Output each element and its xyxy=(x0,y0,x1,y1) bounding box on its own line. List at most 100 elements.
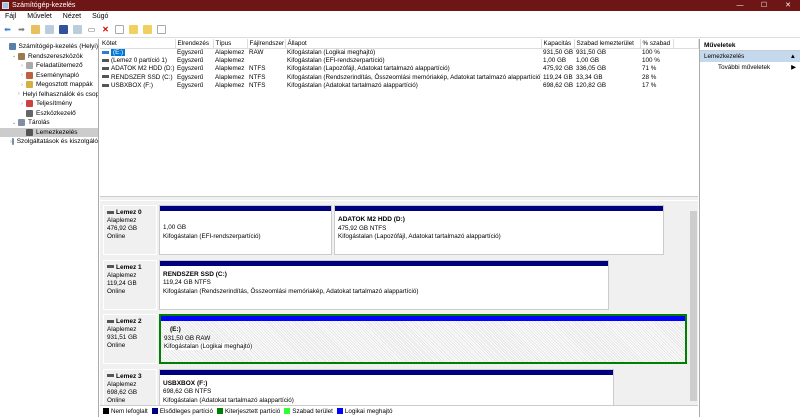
disk-status: Online xyxy=(107,342,126,349)
table-cell: 17 % xyxy=(642,81,657,89)
menu-view[interactable]: Nézet xyxy=(63,13,81,20)
partition[interactable]: (E:) 931,50 GB RAW Kifogástalan (Logikai m… xyxy=(159,314,687,364)
table-row[interactable]: (E:) Egyszerű Alaplemez RAW Kifogástalan (Lo… xyxy=(100,48,698,56)
table-row[interactable]: USBXBOX (F:) Egyszerű Alaplemez NTFS Kifogás… xyxy=(100,81,698,89)
column-header[interactable]: Típus xyxy=(213,39,248,49)
tree-item[interactable]: ⌄ Tárolás xyxy=(0,118,98,128)
expand-arrow-icon[interactable]: › xyxy=(18,72,26,78)
vertical-scrollbar[interactable] xyxy=(689,201,698,405)
disk-row[interactable]: Lemez 3 Alaplemez 698,62 GB Online USBXBOX … xyxy=(103,368,687,405)
disk-row[interactable]: Lemez 1 Alaplemez 119,24 GB Online RENDSZER… xyxy=(103,259,687,310)
partition-status: Kifogástalan (EFI-rendszerpartíció) xyxy=(163,232,261,240)
open-icon[interactable] xyxy=(129,25,138,34)
column-header[interactable]: Kapacitás xyxy=(541,39,575,49)
partition[interactable]: RENDSZER SSD (C:) 119,24 GB NTFS Kifogásta… xyxy=(159,259,609,310)
section-label: Lemezkezelés xyxy=(704,53,745,60)
partition[interactable]: ADATOK M2 HDD (D:) 475,92 GB NTFS Kifogást… xyxy=(334,205,664,255)
help-icon[interactable] xyxy=(59,25,68,34)
tree-item-label: Eseménynapló xyxy=(36,71,79,79)
pane-splitter[interactable] xyxy=(100,196,698,200)
properties-icon[interactable] xyxy=(115,25,124,34)
tree-item[interactable]: › Feladatütemező xyxy=(0,61,98,71)
more-actions-item[interactable]: További műveletek ▶ xyxy=(700,62,800,73)
tree-item[interactable]: › Szolgáltatások és kiszolgáló xyxy=(0,137,98,147)
tree-item[interactable]: › Megosztott mappák xyxy=(0,80,98,90)
disk-type: Alaplemez xyxy=(107,217,137,224)
menu-help[interactable]: Súgó xyxy=(92,13,108,20)
expand-arrow-icon[interactable]: › xyxy=(18,63,26,69)
column-header[interactable]: Szabad lemezterület xyxy=(574,39,641,49)
settings-icon[interactable] xyxy=(157,25,166,34)
disk-label[interactable]: Lemez 0 Alaplemez 476,92 GB Online xyxy=(103,205,157,255)
table-cell: 1,00 GB xyxy=(543,56,567,64)
legend-label: Nem lefoglalt xyxy=(111,408,148,415)
disk-row[interactable]: Lemez 2 Alaplemez 931,51 GB Online (E:) 931,… xyxy=(103,314,687,364)
tree-item[interactable]: › Helyi felhasználók és csop xyxy=(0,90,98,100)
disk-label[interactable]: Lemez 2 Alaplemez 931,51 GB Online xyxy=(103,314,157,364)
tree-item[interactable]: › Eseménynapló xyxy=(0,71,98,81)
show-hide-tree-icon[interactable] xyxy=(45,25,54,34)
expand-arrow-icon[interactable]: › xyxy=(18,101,26,107)
menu-file[interactable]: Fájl xyxy=(5,13,16,20)
column-header[interactable]: Kötet xyxy=(100,39,176,49)
partition[interactable]: 1,00 GB Kifogástalan (EFI-rendszerpartíci… xyxy=(159,205,332,255)
submenu-arrow-icon: ▶ xyxy=(791,64,796,71)
table-cell: Kifogástalan (Lapozófájl, Adatokat tarta… xyxy=(287,65,450,73)
maximize-button[interactable]: ☐ xyxy=(752,0,776,11)
tree-item[interactable]: › Teljesítmény xyxy=(0,99,98,109)
show-action-pane-icon[interactable] xyxy=(73,25,82,34)
expand-arrow-icon[interactable]: ⌄ xyxy=(10,53,18,59)
toolbar: ⬅ ➡ ▭ ✕ xyxy=(0,22,800,38)
table-cell: RAW xyxy=(249,48,264,56)
tree-item[interactable]: ⌄ Rendszereszközök xyxy=(0,52,98,62)
expand-arrow-icon[interactable]: ⌄ xyxy=(10,120,18,126)
table-row[interactable]: (Lemez 0 partíció 1) Egyszerű Alaplemez Kif… xyxy=(100,56,698,64)
partition-size: 475,92 GB NTFS xyxy=(338,224,387,232)
disk-name: Lemez 2 xyxy=(116,318,142,325)
window-title: Számítógép-kezelés xyxy=(12,2,76,9)
table-cell: 119,24 GB xyxy=(543,73,573,81)
tree-item[interactable]: Eszközkezelő xyxy=(0,109,98,119)
table-cell: (E:) xyxy=(100,48,175,56)
scrollbar-thumb[interactable] xyxy=(690,211,697,401)
table-cell: Kifogástalan (Rendszerindítás, Összeomlá… xyxy=(287,73,541,81)
table-cell: Kifogástalan (EFI-rendszerpartíció) xyxy=(287,56,385,64)
volume-name: ADATOK M2 HDD (D:) xyxy=(111,65,175,73)
tree-item[interactable]: Számítógép-kezelés (Helyi) xyxy=(0,42,98,52)
menu-action[interactable]: Művelet xyxy=(27,13,52,20)
collapse-icon[interactable]: ▲ xyxy=(790,53,796,60)
table-cell: Egyszerű xyxy=(177,65,204,73)
forward-icon[interactable]: ➡ xyxy=(17,25,26,34)
tree-item[interactable]: Lemezkezelés xyxy=(0,127,98,137)
delete-icon[interactable]: ✕ xyxy=(101,25,110,34)
search-icon[interactable] xyxy=(143,25,152,34)
column-header[interactable]: Fájlrendszer xyxy=(247,39,286,49)
disk-name: Lemez 3 xyxy=(116,372,142,380)
connect-drive-icon[interactable]: ▭ xyxy=(87,25,96,34)
back-icon[interactable]: ⬅ xyxy=(3,25,12,34)
up-folder-icon[interactable] xyxy=(31,25,40,34)
expand-arrow-icon[interactable]: › xyxy=(18,82,26,88)
column-header[interactable]: % szabad xyxy=(640,39,674,49)
minimize-button[interactable]: — xyxy=(728,0,752,11)
disk-label[interactable]: Lemez 1 Alaplemez 119,24 GB Online xyxy=(103,259,157,310)
expand-arrow-icon[interactable]: › xyxy=(18,91,20,97)
table-row[interactable]: RENDSZER SSD (C:) Egyszerű Alaplemez NTFS Ki… xyxy=(100,73,698,81)
volume-icon xyxy=(102,67,109,71)
volume-icon xyxy=(102,75,109,79)
disk-label[interactable]: Lemez 3 Alaplemez 698,62 GB Online xyxy=(103,368,157,405)
disk-row[interactable]: Lemez 0 Alaplemez 476,92 GB Online 1,00 GB K… xyxy=(103,205,687,255)
disk-name: Lemez 0 xyxy=(116,209,142,216)
table-cell: 71 % xyxy=(642,65,657,73)
actions-section-disk-management[interactable]: Lemezkezelés ▲ xyxy=(700,51,800,62)
volume-icon xyxy=(102,50,109,54)
close-button[interactable]: ✕ xyxy=(776,0,800,11)
partition-title: USBXBOX (F:) xyxy=(163,379,208,387)
partition-size: 931,50 GB RAW xyxy=(164,334,211,342)
partition[interactable]: USBXBOX (F:) 698,62 GB NTFS Kifogástalan (… xyxy=(159,368,614,405)
partition-title: RENDSZER SSD (C:) xyxy=(163,270,227,278)
table-row[interactable]: ADATOK M2 HDD (D:) Egyszerű Alaplemez NTFS K… xyxy=(100,65,698,73)
column-header[interactable]: Állapot xyxy=(285,39,542,49)
column-header[interactable]: Elrendezés xyxy=(175,39,214,49)
partition-size: 698,62 GB NTFS xyxy=(163,388,212,395)
